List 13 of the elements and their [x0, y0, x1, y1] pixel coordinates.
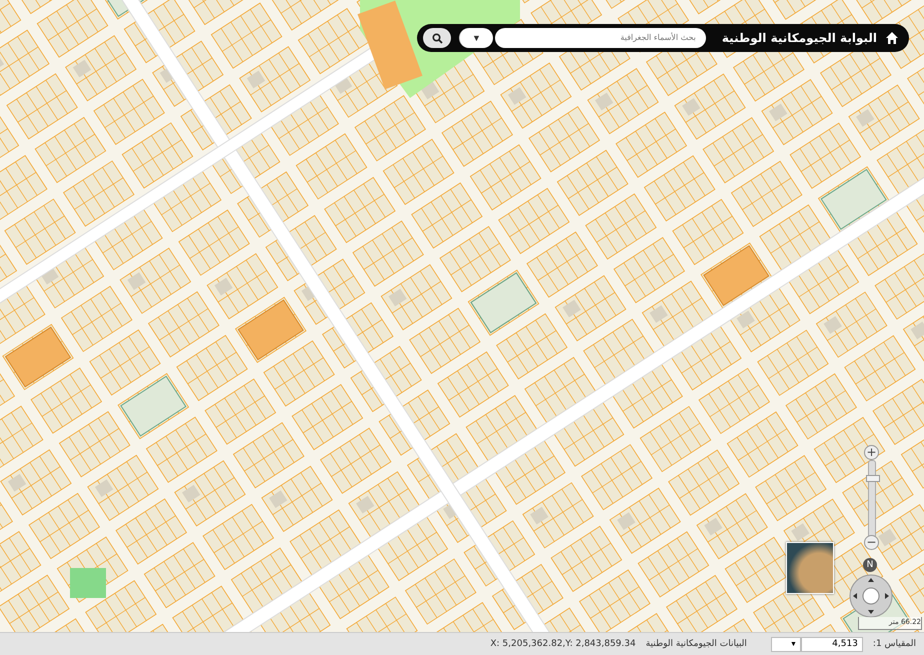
data-source-label: البيانات الجيومكانية الوطنية [646, 639, 747, 649]
pan-control[interactable] [849, 574, 893, 618]
scale-field[interactable]: 4,513 [800, 636, 863, 652]
portal-title: البوابة الجيومكانية الوطنية [722, 31, 877, 45]
search-field[interactable]: بحث الأسماء الجغرافية [495, 28, 706, 48]
scale-label: المقياس 1: [872, 639, 916, 649]
search-button[interactable] [423, 28, 451, 48]
overview-map[interactable] [786, 542, 834, 594]
home-icon[interactable] [885, 31, 899, 45]
zoom-slider-thumb[interactable] [866, 475, 880, 482]
search-icon [432, 32, 442, 44]
coordinates-text: X: 5,205,362.82,Y: 2,843,859.34 [490, 639, 636, 649]
dropdown-button[interactable]: ▼ [459, 28, 493, 48]
